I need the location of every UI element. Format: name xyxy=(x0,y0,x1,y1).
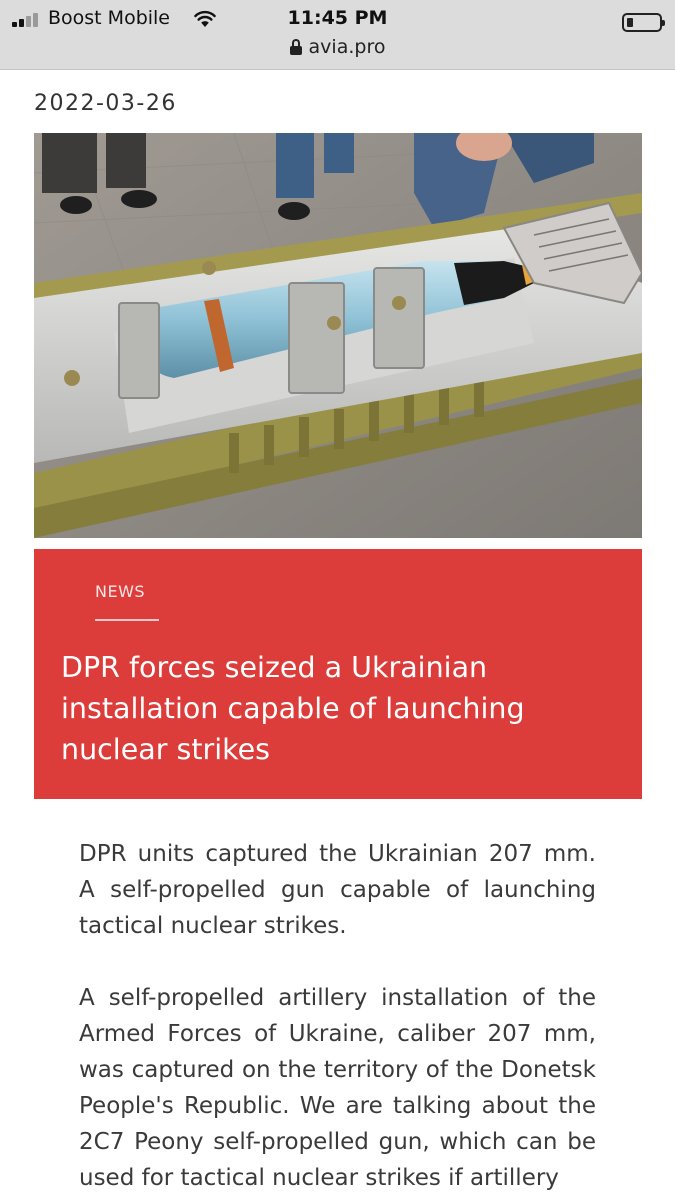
address-bar[interactable]: avia.pro xyxy=(0,36,675,62)
status-time: 11:45 PM xyxy=(287,7,388,29)
article-date: 2022-03-26 xyxy=(34,91,177,116)
url-text[interactable]: avia.pro xyxy=(309,36,386,58)
lock-icon xyxy=(289,39,302,55)
browser-top-bar: Boost Mobile 11:45 PM avia.pro xyxy=(0,0,675,70)
category-label[interactable]: NEWS xyxy=(95,582,145,601)
article-hero-image xyxy=(34,133,642,538)
status-bar: Boost Mobile 11:45 PM xyxy=(0,6,675,32)
artillery-shell-photo xyxy=(34,133,642,538)
battery-icon xyxy=(622,13,665,32)
paragraph: DPR units captured the Ukrainian 207 mm.… xyxy=(79,841,596,939)
article-header-card: NEWS DPR forces seized a Ukrainian insta… xyxy=(34,549,642,799)
article-body: DPR units captured the Ukrainian 207 mm.… xyxy=(79,836,596,1200)
paragraph: A self-propelled artillery installation … xyxy=(79,985,596,1191)
article-title: DPR forces seized a Ukrainian installati… xyxy=(61,651,525,766)
category-underline xyxy=(95,619,159,621)
